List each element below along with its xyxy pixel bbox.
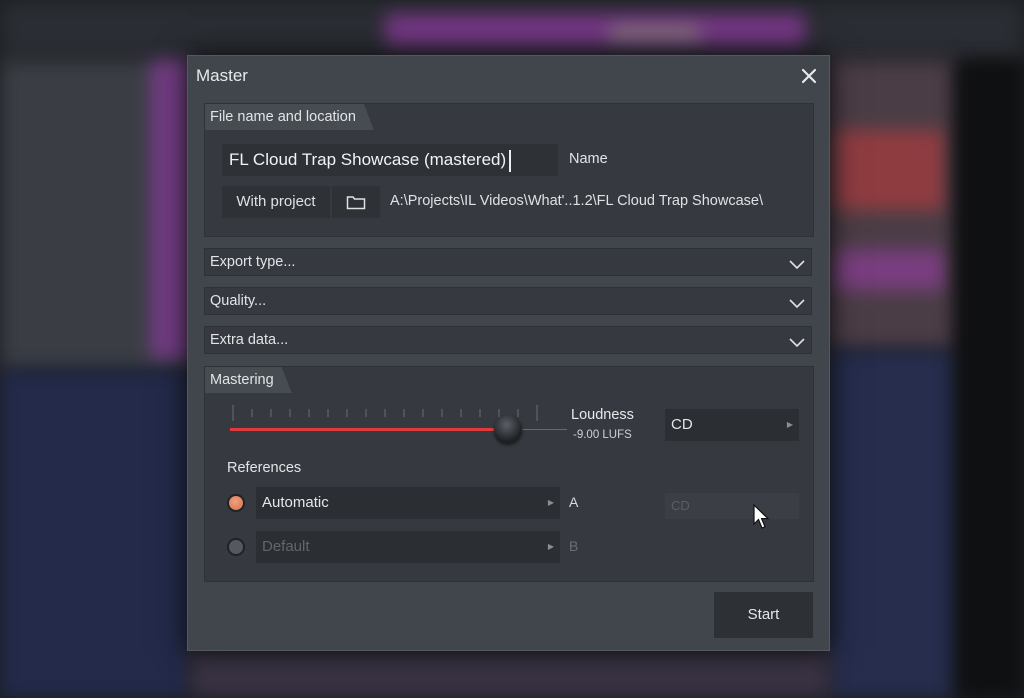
reference-b-value: Default bbox=[262, 538, 310, 555]
chevron-down-icon bbox=[789, 296, 805, 314]
reference-b-radio[interactable] bbox=[227, 538, 245, 556]
loudness-label: Loudness bbox=[571, 407, 634, 423]
reference-a-select[interactable]: Automatic ▶ bbox=[256, 487, 560, 519]
name-label: Name bbox=[569, 151, 608, 167]
close-icon bbox=[799, 66, 819, 86]
reference-format-select: CD bbox=[665, 493, 799, 519]
dialog-title: Master bbox=[196, 66, 248, 85]
quality-label: Quality... bbox=[210, 293, 267, 309]
text-caret bbox=[509, 149, 511, 172]
mastering-title: Mastering bbox=[205, 367, 292, 393]
file-location-panel: File name and location FL Cloud Trap Sho… bbox=[204, 103, 814, 237]
location-mode-button[interactable]: With project bbox=[222, 186, 330, 218]
chevron-down-icon bbox=[789, 257, 805, 275]
target-format-value: CD bbox=[671, 416, 693, 433]
slider-knob[interactable] bbox=[494, 415, 522, 443]
file-location-title: File name and location bbox=[205, 104, 374, 130]
target-format-select[interactable]: CD ▶ bbox=[665, 409, 799, 441]
caret-right-icon: ▶ bbox=[786, 420, 793, 429]
export-type-section[interactable]: Export type... bbox=[204, 248, 812, 276]
reference-a-label: A bbox=[569, 494, 579, 510]
reference-b-label: B bbox=[569, 538, 579, 554]
references-title: References bbox=[227, 460, 302, 476]
chevron-down-icon bbox=[789, 335, 805, 353]
slider-fill bbox=[230, 428, 507, 431]
loudness-slider[interactable] bbox=[230, 399, 570, 449]
caret-right-icon: ▶ bbox=[547, 542, 554, 551]
reference-b-select[interactable]: Default ▶ bbox=[256, 531, 560, 563]
reference-format-value: CD bbox=[671, 498, 690, 513]
file-name-input[interactable]: FL Cloud Trap Showcase (mastered) bbox=[222, 144, 558, 176]
extra-data-label: Extra data... bbox=[210, 332, 289, 348]
quality-section[interactable]: Quality... bbox=[204, 287, 812, 315]
caret-right-icon: ▶ bbox=[547, 498, 554, 507]
browse-folder-button[interactable] bbox=[332, 186, 380, 218]
loudness-value: -9.00 LUFS bbox=[573, 429, 632, 441]
mastering-panel: Mastering Loudness -9.00 LUFS CD ▶ CD Re… bbox=[204, 366, 814, 582]
reference-a-radio[interactable] bbox=[227, 494, 245, 512]
output-path: A:\Projects\IL Videos\What'..1.2\FL Clou… bbox=[390, 193, 763, 209]
extra-data-section[interactable]: Extra data... bbox=[204, 326, 812, 354]
start-button[interactable]: Start bbox=[714, 592, 813, 638]
export-type-label: Export type... bbox=[210, 254, 296, 270]
mouse-cursor-icon bbox=[753, 503, 771, 535]
reference-a-value: Automatic bbox=[262, 494, 329, 511]
master-dialog: Master File name and location FL Cloud T… bbox=[187, 55, 830, 651]
close-button[interactable] bbox=[799, 66, 819, 86]
